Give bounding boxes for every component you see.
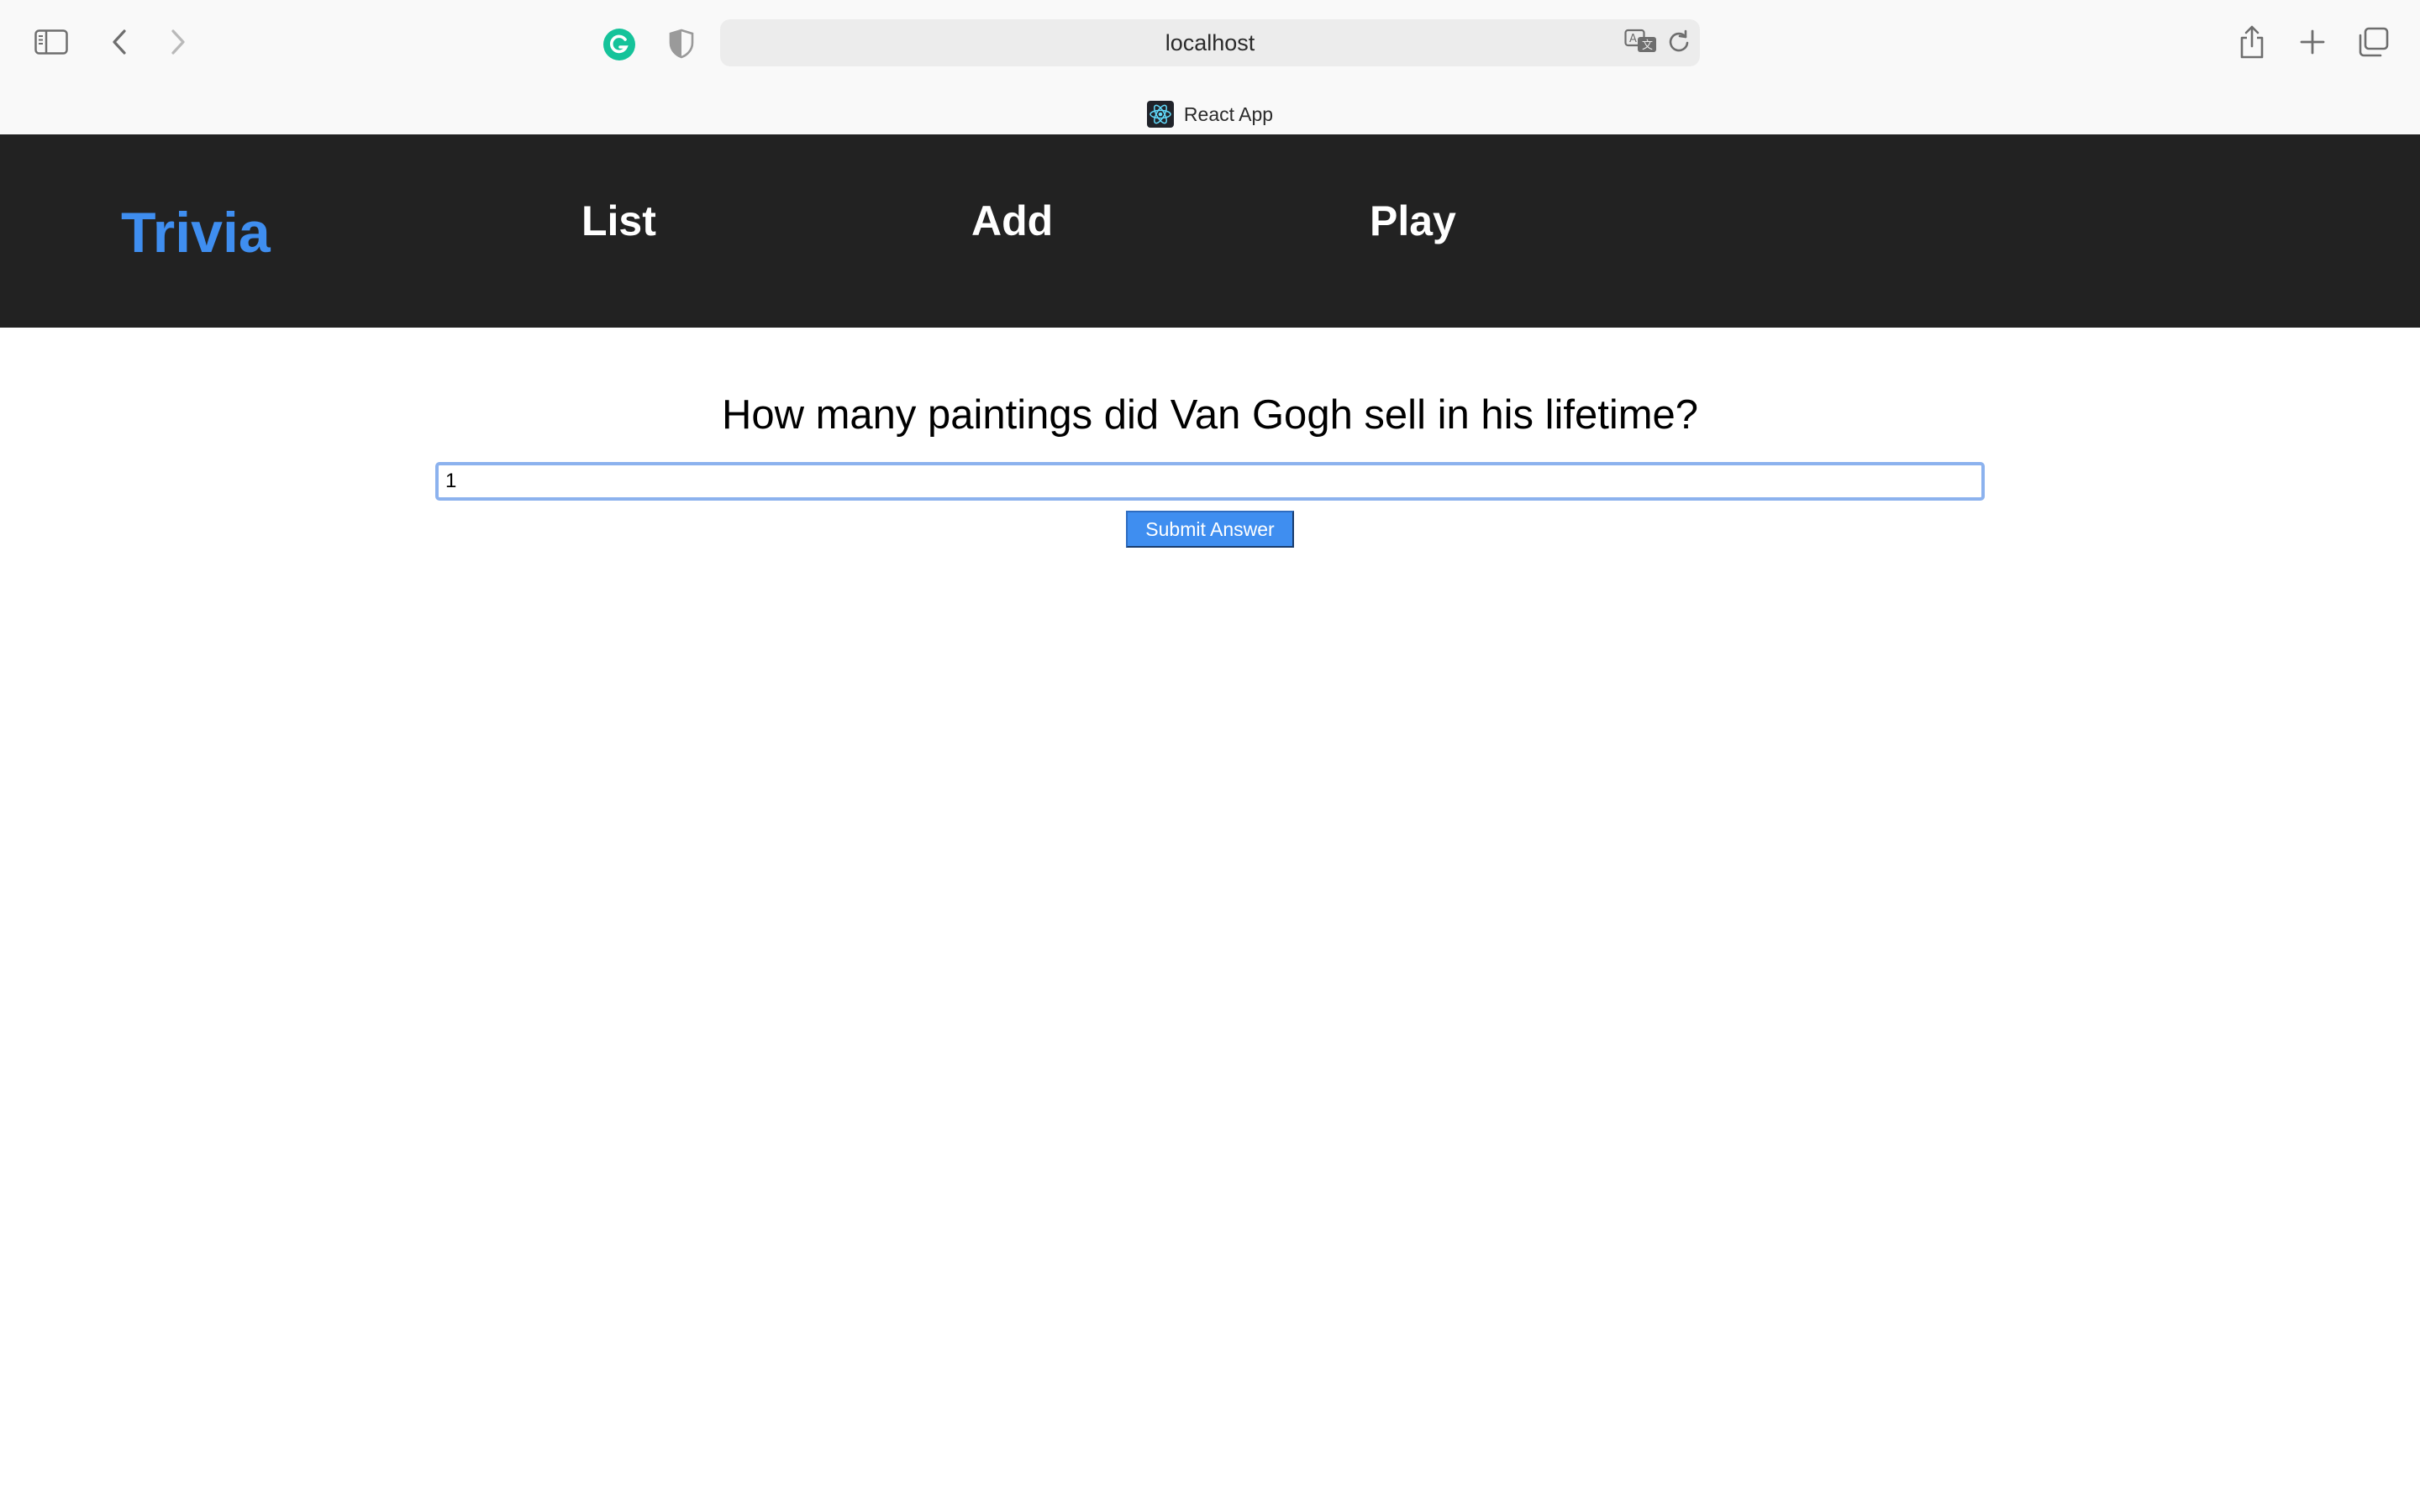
quiz-main: How many paintings did Van Gogh sell in … xyxy=(0,328,2420,1512)
address-text: localhost xyxy=(1165,29,1255,55)
grammarly-extension-button[interactable] xyxy=(602,27,637,62)
browser-toolbar: localhost A 文 React App xyxy=(0,0,2420,134)
brand-logo[interactable]: Trivia xyxy=(121,200,271,265)
tab-strip: React App xyxy=(0,84,2420,134)
translate-icon: A 文 xyxy=(1624,29,1658,58)
forward-button[interactable] xyxy=(161,24,195,60)
share-button[interactable] xyxy=(2233,22,2270,62)
share-icon xyxy=(2238,24,2265,60)
chevron-left-icon xyxy=(111,29,128,55)
privacy-report-button[interactable] xyxy=(666,27,697,60)
translate-button[interactable]: A 文 xyxy=(1623,29,1660,57)
svg-text:文: 文 xyxy=(1642,39,1653,52)
sidebar-toggle-button[interactable] xyxy=(32,25,71,59)
new-tab-button[interactable] xyxy=(2294,24,2331,60)
nav-play-link[interactable]: Play xyxy=(1370,197,1456,245)
tabs-icon xyxy=(2357,27,2389,57)
nav-list-link[interactable]: List xyxy=(581,197,656,245)
active-tab[interactable]: React App xyxy=(1146,101,1274,128)
reload-icon xyxy=(1668,29,1690,57)
grammarly-icon xyxy=(602,28,636,61)
answer-input[interactable] xyxy=(435,462,1985,501)
address-bar[interactable]: localhost A 文 xyxy=(720,19,1700,66)
chevron-right-icon xyxy=(170,29,187,55)
shield-icon xyxy=(669,29,694,59)
plus-icon xyxy=(2300,29,2325,55)
reload-button[interactable] xyxy=(1665,29,1693,57)
sidebar-icon xyxy=(34,29,68,55)
tab-overview-button[interactable] xyxy=(2354,24,2391,60)
svg-text:A: A xyxy=(1629,33,1637,45)
react-icon xyxy=(1146,101,1174,128)
back-button[interactable] xyxy=(103,24,136,60)
nav-add-link[interactable]: Add xyxy=(971,197,1053,245)
tab-title: React App xyxy=(1183,102,1274,125)
app-header: Trivia List Add Play xyxy=(0,134,2420,328)
question-text: How many paintings did Van Gogh sell in … xyxy=(721,392,1699,438)
submit-answer-button[interactable]: Submit Answer xyxy=(1126,511,1294,548)
